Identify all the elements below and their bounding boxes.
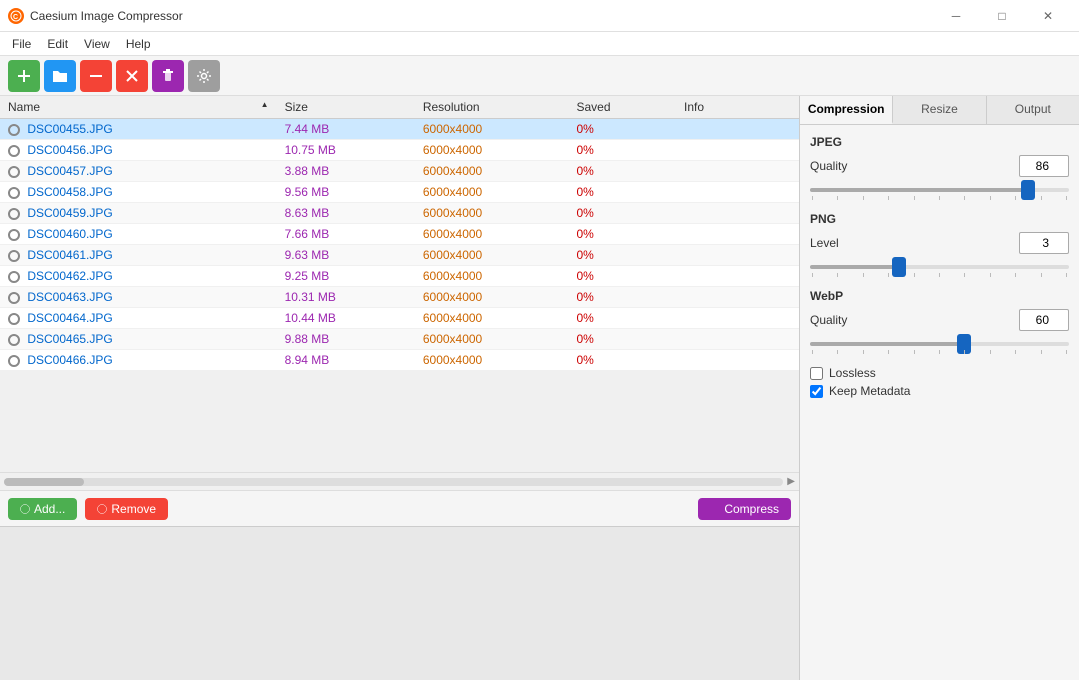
jpeg-quality-label: Quality [810,159,847,173]
table-row[interactable]: DSC00460.JPG 7.66 MB 6000x4000 0% [0,224,799,245]
bottom-action-bar: Add... Remove Compress [0,490,799,526]
tab-resize[interactable]: Resize [893,96,986,124]
webp-quality-label: Quality [810,313,847,327]
png-level-input[interactable] [1019,232,1069,254]
tab-compression[interactable]: Compression [800,96,893,124]
file-table-section: Name ▲ Size Resolution Saved [0,96,799,526]
close-button[interactable]: ✕ [1025,0,1071,32]
webp-section-title: WebP [810,289,1069,303]
col-header-name[interactable]: Name ▲ [0,96,277,119]
keep-metadata-label[interactable]: Keep Metadata [829,384,910,398]
remove-button[interactable]: Remove [85,498,168,520]
add-button[interactable]: Add... [8,498,77,520]
png-level-row: Level [810,232,1069,254]
trash-button[interactable] [152,60,184,92]
right-panel: Compression Resize Output JPEG Quality [799,96,1079,680]
menu-item-help[interactable]: Help [118,35,159,53]
compress-button[interactable]: Compress [698,498,791,520]
toolbar [0,56,1079,96]
table-row[interactable]: DSC00465.JPG 9.88 MB 6000x4000 0% [0,329,799,350]
compression-panel: JPEG Quality [800,125,1079,412]
horizontal-scrollbar[interactable]: ▶ [0,472,799,490]
table-row[interactable]: DSC00456.JPG 10.75 MB 6000x4000 0% [0,140,799,161]
app-title: Caesium Image Compressor [30,9,183,23]
bottom-left-buttons: Add... Remove [8,498,168,520]
col-header-info[interactable]: Info [676,96,799,119]
col-header-saved[interactable]: Saved [568,96,676,119]
title-bar-left: C Caesium Image Compressor [8,8,183,24]
col-header-resolution[interactable]: Resolution [415,96,569,119]
jpeg-quality-row: Quality [810,155,1069,177]
menu-item-edit[interactable]: Edit [39,35,76,53]
keep-metadata-row: Keep Metadata [810,384,1069,398]
png-level-label: Level [810,236,839,250]
add-files-button[interactable] [8,60,40,92]
app-icon: C [8,8,24,24]
webp-quality-input[interactable] [1019,309,1069,331]
lossless-row: Lossless [810,366,1069,380]
remove-file-button[interactable] [80,60,112,92]
table-row[interactable]: DSC00459.JPG 8.63 MB 6000x4000 0% [0,203,799,224]
menu-item-file[interactable]: File [4,35,39,53]
lossless-label[interactable]: Lossless [829,366,876,380]
table-row[interactable]: DSC00466.JPG 8.94 MB 6000x4000 0% [0,350,799,371]
png-level-slider[interactable] [810,265,1069,269]
settings-button[interactable] [188,60,220,92]
png-section-title: PNG [810,212,1069,226]
file-table: Name ▲ Size Resolution Saved [0,96,799,371]
minimize-button[interactable]: ─ [933,0,979,32]
webp-quality-row: Quality [810,309,1069,331]
lossless-checkbox[interactable] [810,367,823,380]
tab-bar: Compression Resize Output [800,96,1079,125]
clear-button[interactable] [116,60,148,92]
table-row[interactable]: DSC00457.JPG 3.88 MB 6000x4000 0% [0,161,799,182]
preview-section [0,526,799,680]
left-split: Name ▲ Size Resolution Saved [0,96,799,680]
webp-quality-slider[interactable] [810,342,1069,346]
table-row[interactable]: DSC00458.JPG 9.56 MB 6000x4000 0% [0,182,799,203]
title-bar: C Caesium Image Compressor ─ □ ✕ [0,0,1079,32]
table-row[interactable]: DSC00455.JPG 7.44 MB 6000x4000 0% [0,119,799,140]
menu-item-view[interactable]: View [76,35,118,53]
table-row[interactable]: DSC00463.JPG 10.31 MB 6000x4000 0% [0,287,799,308]
col-header-size[interactable]: Size [277,96,415,119]
menu-bar: FileEditViewHelp [0,32,1079,56]
open-folder-button[interactable] [44,60,76,92]
maximize-button[interactable]: □ [979,0,1025,32]
jpeg-quality-input[interactable] [1019,155,1069,177]
jpeg-section-title: JPEG [810,135,1069,149]
main-layout: Name ▲ Size Resolution Saved [0,96,1079,680]
table-row[interactable]: DSC00462.JPG 9.25 MB 6000x4000 0% [0,266,799,287]
window-controls: ─ □ ✕ [933,0,1071,32]
file-table-scroll[interactable]: Name ▲ Size Resolution Saved [0,96,799,472]
svg-text:C: C [13,14,18,21]
table-row[interactable]: DSC00461.JPG 9.63 MB 6000x4000 0% [0,245,799,266]
tab-output[interactable]: Output [987,96,1079,124]
keep-metadata-checkbox[interactable] [810,385,823,398]
table-row[interactable]: DSC00464.JPG 10.44 MB 6000x4000 0% [0,308,799,329]
jpeg-quality-slider[interactable] [810,188,1069,192]
